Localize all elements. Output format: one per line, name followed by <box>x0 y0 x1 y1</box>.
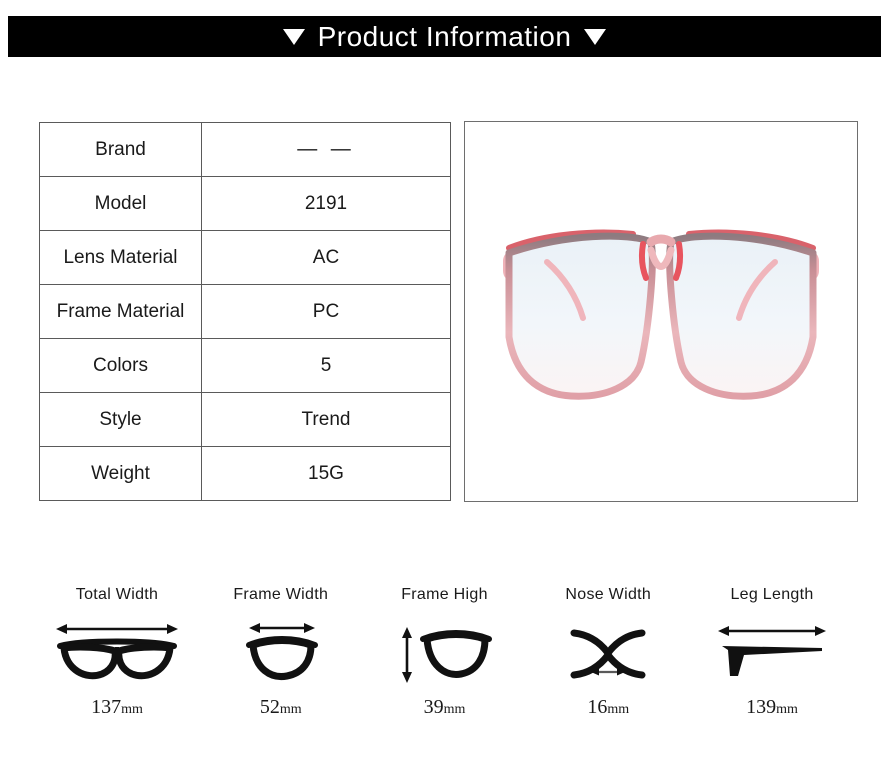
measurement-number: 39 <box>423 696 444 718</box>
table-row: Colors 5 <box>39 338 451 393</box>
table-row: Frame Material PC <box>39 284 451 339</box>
measurement-number: 16 <box>587 696 608 718</box>
measurement-value: 139mm <box>746 696 798 719</box>
measurement-value: 52mm <box>260 696 302 719</box>
product-information-header: Product Information <box>8 16 881 57</box>
measurement-unit: mm <box>607 702 630 717</box>
eyeglasses-product-image <box>503 229 819 400</box>
measurement-nose-width: Nose Width 16mm <box>527 586 689 719</box>
product-photo-panel <box>464 121 858 502</box>
spec-value-colors: 5 <box>201 338 451 393</box>
temple-arm-icon <box>714 616 830 688</box>
measurement-unit: mm <box>776 702 798 717</box>
lens-height-icon <box>393 616 497 688</box>
spec-value-lens-material: AC <box>201 230 451 285</box>
header-content: Product Information <box>282 20 607 53</box>
triangle-down-right-icon <box>584 28 607 45</box>
measurement-label: Nose Width <box>565 586 652 603</box>
spec-value-brand: — — <box>201 122 451 177</box>
full-glasses-icon <box>52 616 182 688</box>
measurement-unit: mm <box>443 702 466 717</box>
measurement-frame-width: Frame Width 52mm <box>200 586 362 719</box>
triangle-down-left-icon <box>282 28 305 45</box>
measurement-label: Leg Length <box>730 586 814 603</box>
spec-label-brand: Brand <box>39 122 202 177</box>
measurement-unit: mm <box>121 702 143 717</box>
measurements-row: Total Width 137mm Frame Width 52mm Frame… <box>0 586 889 719</box>
spec-value-model: 2191 <box>201 176 451 231</box>
table-row: Weight 15G <box>39 446 451 501</box>
measurement-value: 39mm <box>424 696 466 719</box>
measurement-number: 139 <box>746 696 777 718</box>
table-row: Style Trend <box>39 392 451 447</box>
spec-value-style: Trend <box>201 392 451 447</box>
specification-table: Brand — — Model 2191 Lens Material AC Fr… <box>39 122 451 501</box>
nose-bridge-icon <box>558 616 658 688</box>
spec-label-model: Model <box>39 176 202 231</box>
measurement-value: 16mm <box>587 696 629 719</box>
measurement-label: Frame High <box>401 586 488 603</box>
measurement-label: Total Width <box>75 586 159 603</box>
spec-value-frame-material: PC <box>201 284 451 339</box>
spec-label-colors: Colors <box>39 338 202 393</box>
measurement-label: Frame Width <box>233 586 329 603</box>
spec-value-weight: 15G <box>201 446 451 501</box>
measurement-unit: mm <box>279 702 302 717</box>
spec-label-lens-material: Lens Material <box>39 230 202 285</box>
table-row: Model 2191 <box>39 176 451 231</box>
measurement-total-width: Total Width 137mm <box>36 586 198 719</box>
measurement-number: 137 <box>91 696 122 718</box>
brand-dash-value: — — <box>297 138 355 160</box>
measurement-number: 52 <box>259 696 280 718</box>
measurement-leg-length: Leg Length 139mm <box>691 586 853 719</box>
spec-label-frame-material: Frame Material <box>39 284 202 339</box>
measurement-frame-high: Frame High 39mm <box>364 586 526 719</box>
table-row: Brand — — <box>39 122 451 177</box>
page-title: Product Information <box>317 20 572 52</box>
table-row: Lens Material AC <box>39 230 451 285</box>
single-lens-icon <box>231 616 331 688</box>
spec-label-weight: Weight <box>39 446 202 501</box>
measurement-value: 137mm <box>91 696 143 719</box>
spec-label-style: Style <box>39 392 202 447</box>
